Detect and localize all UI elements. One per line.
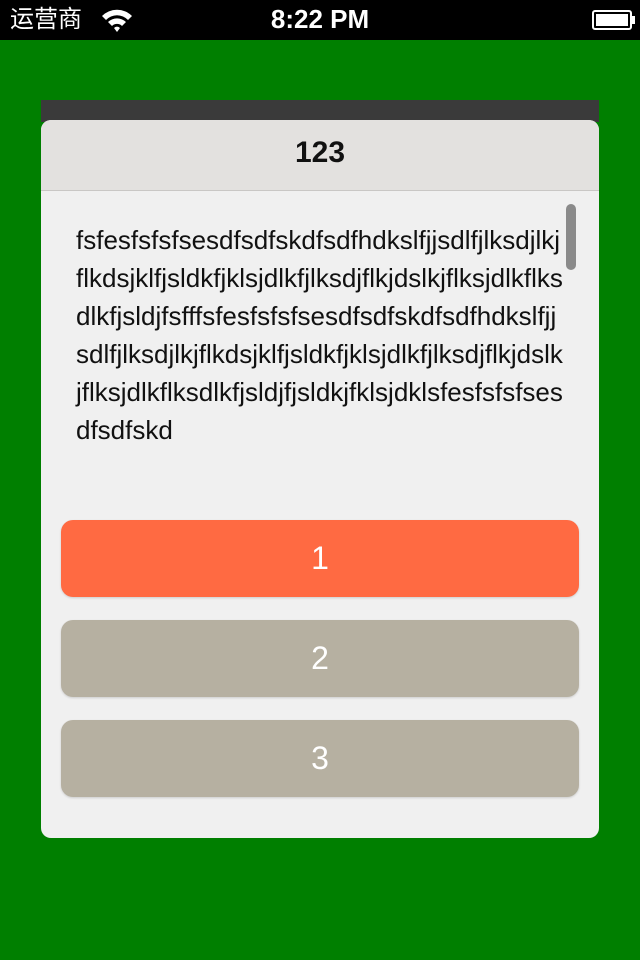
message-scroll-area[interactable]: fsfesfsfsfsesdfsdfskdfsdfhdkslfjjsdlfjlk… [41, 191, 599, 511]
dialog-header: 123 [41, 120, 599, 191]
dialog-button-1[interactable]: 1 [61, 520, 579, 597]
status-bar: 运营商 8:22 PM [0, 0, 640, 40]
dialog-message: fsfesfsfsfsesdfsdfskdfsdfhdkslfjjsdlfjlk… [76, 225, 563, 445]
dialog-title: 123 [294, 136, 346, 169]
dialog-button-3[interactable]: 3 [61, 720, 579, 797]
dialog-top-bar [41, 100, 599, 122]
alert-dialog: 123 fsfesfsfsfsesdfsdfskdfsdfhdkslfjjsdl… [41, 120, 599, 838]
scrollbar-thumb[interactable] [566, 204, 576, 270]
dialog-button-2[interactable]: 2 [61, 620, 579, 697]
screen: 运营商 8:22 PM 123 fsfesfsfsfsesdfsdfskdfsd… [0, 0, 640, 960]
clock: 8:22 PM [270, 4, 370, 34]
battery-icon [592, 10, 636, 30]
